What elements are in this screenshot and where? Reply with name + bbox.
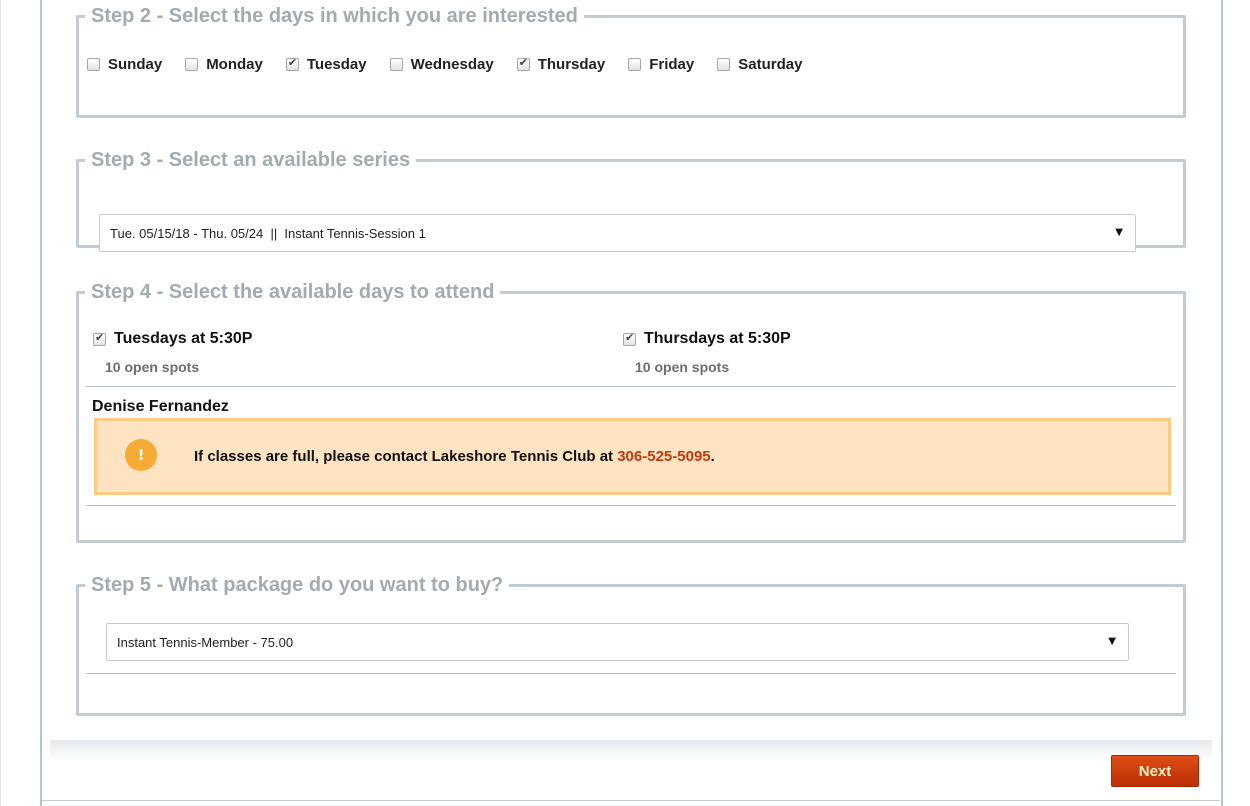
day-wednesday[interactable]: Wednesday: [389, 56, 494, 73]
alert-text: If classes are full, please contact Lake…: [194, 448, 618, 465]
checkbox-thursdays[interactable]: [623, 331, 636, 346]
day-friday[interactable]: Friday: [628, 56, 694, 73]
checkbox-monday[interactable]: [185, 58, 199, 71]
info-alert: ! If classes are full, please contact La…: [94, 418, 1171, 495]
series-select[interactable]: Tue. 05/15/18 - Thu. 05/24 || Instant Te…: [99, 214, 1136, 252]
attend-option-label: Thursdays at 5:30P: [644, 330, 791, 347]
page-border-right: [1221, 0, 1223, 806]
day-label: Monday: [206, 56, 263, 73]
step3-legend: Step 3 - Select an available series: [91, 149, 411, 171]
window-edge: [0, 0, 1, 806]
checkbox-thursday[interactable]: [516, 56, 530, 71]
bottom-divider: [42, 800, 1220, 801]
day-tuesday[interactable]: Tuesday: [285, 56, 367, 73]
checkbox-wednesday[interactable]: [389, 58, 403, 71]
day-sunday[interactable]: Sunday: [87, 56, 162, 73]
open-spots-tuesdays: 10 open spots: [105, 359, 200, 375]
step5-legend: Step 5 - What package do you want to buy…: [91, 574, 504, 596]
days-checkbox-group: Sunday Monday Tuesday Wednesday Thursday…: [87, 56, 825, 73]
day-thursday[interactable]: Thursday: [516, 56, 606, 73]
day-label: Tuesday: [306, 56, 367, 73]
open-spots-thursdays: 10 open spots: [635, 359, 730, 375]
package-select-value: Instant Tennis-Member - 75.00: [117, 634, 294, 650]
divider: [86, 386, 1176, 387]
series-select-value: Tue. 05/15/18 - Thu. 05/24 || Instant Te…: [110, 225, 426, 241]
step2-fieldset: Step 2 - Select the days in which you ar…: [76, 4, 1186, 118]
day-label: Sunday: [108, 56, 163, 73]
next-button[interactable]: Next: [1111, 755, 1199, 787]
member-name: Denise Fernandez: [92, 398, 229, 415]
checkbox-tuesday[interactable]: [285, 56, 299, 71]
step5-fieldset: Step 5 - What package do you want to buy…: [76, 573, 1186, 716]
divider: [86, 505, 1176, 506]
footer-bar: [50, 740, 1212, 802]
dropdown-arrow-icon[interactable]: ▼: [1108, 636, 1116, 647]
checkbox-tuesdays[interactable]: [93, 331, 106, 346]
step2-legend: Step 2 - Select the days in which you ar…: [91, 5, 578, 27]
attend-option-thursdays[interactable]: Thursdays at 5:30P: [623, 330, 791, 348]
package-select[interactable]: Instant Tennis-Member - 75.00 ▼: [106, 623, 1129, 661]
checkbox-saturday[interactable]: [717, 58, 731, 71]
alert-message: If classes are full, please contact Lake…: [194, 448, 715, 465]
checkbox-sunday[interactable]: [87, 58, 100, 71]
alert-phone: 306-525-5095: [617, 448, 711, 465]
divider: [86, 673, 1176, 674]
attend-option-tuesdays[interactable]: Tuesdays at 5:30P: [93, 330, 252, 348]
dropdown-arrow-icon[interactable]: ▼: [1115, 227, 1123, 238]
step4-fieldset: Step 4 - Select the available days to at…: [76, 280, 1186, 543]
day-label: Saturday: [738, 56, 803, 73]
checkbox-friday[interactable]: [628, 58, 642, 71]
page-border-left: [40, 0, 42, 806]
day-label: Friday: [649, 56, 695, 73]
alert-suffix: .: [710, 448, 715, 465]
day-saturday[interactable]: Saturday: [717, 56, 802, 73]
step3-fieldset: Step 3 - Select an available series Tue.…: [76, 148, 1186, 252]
day-label: Wednesday: [410, 56, 494, 73]
warning-icon: !: [125, 439, 157, 471]
day-label: Thursday: [537, 56, 606, 73]
step4-legend: Step 4 - Select the available days to at…: [91, 281, 495, 303]
attend-option-label: Tuesdays at 5:30P: [114, 330, 253, 347]
day-monday[interactable]: Monday: [185, 56, 263, 73]
